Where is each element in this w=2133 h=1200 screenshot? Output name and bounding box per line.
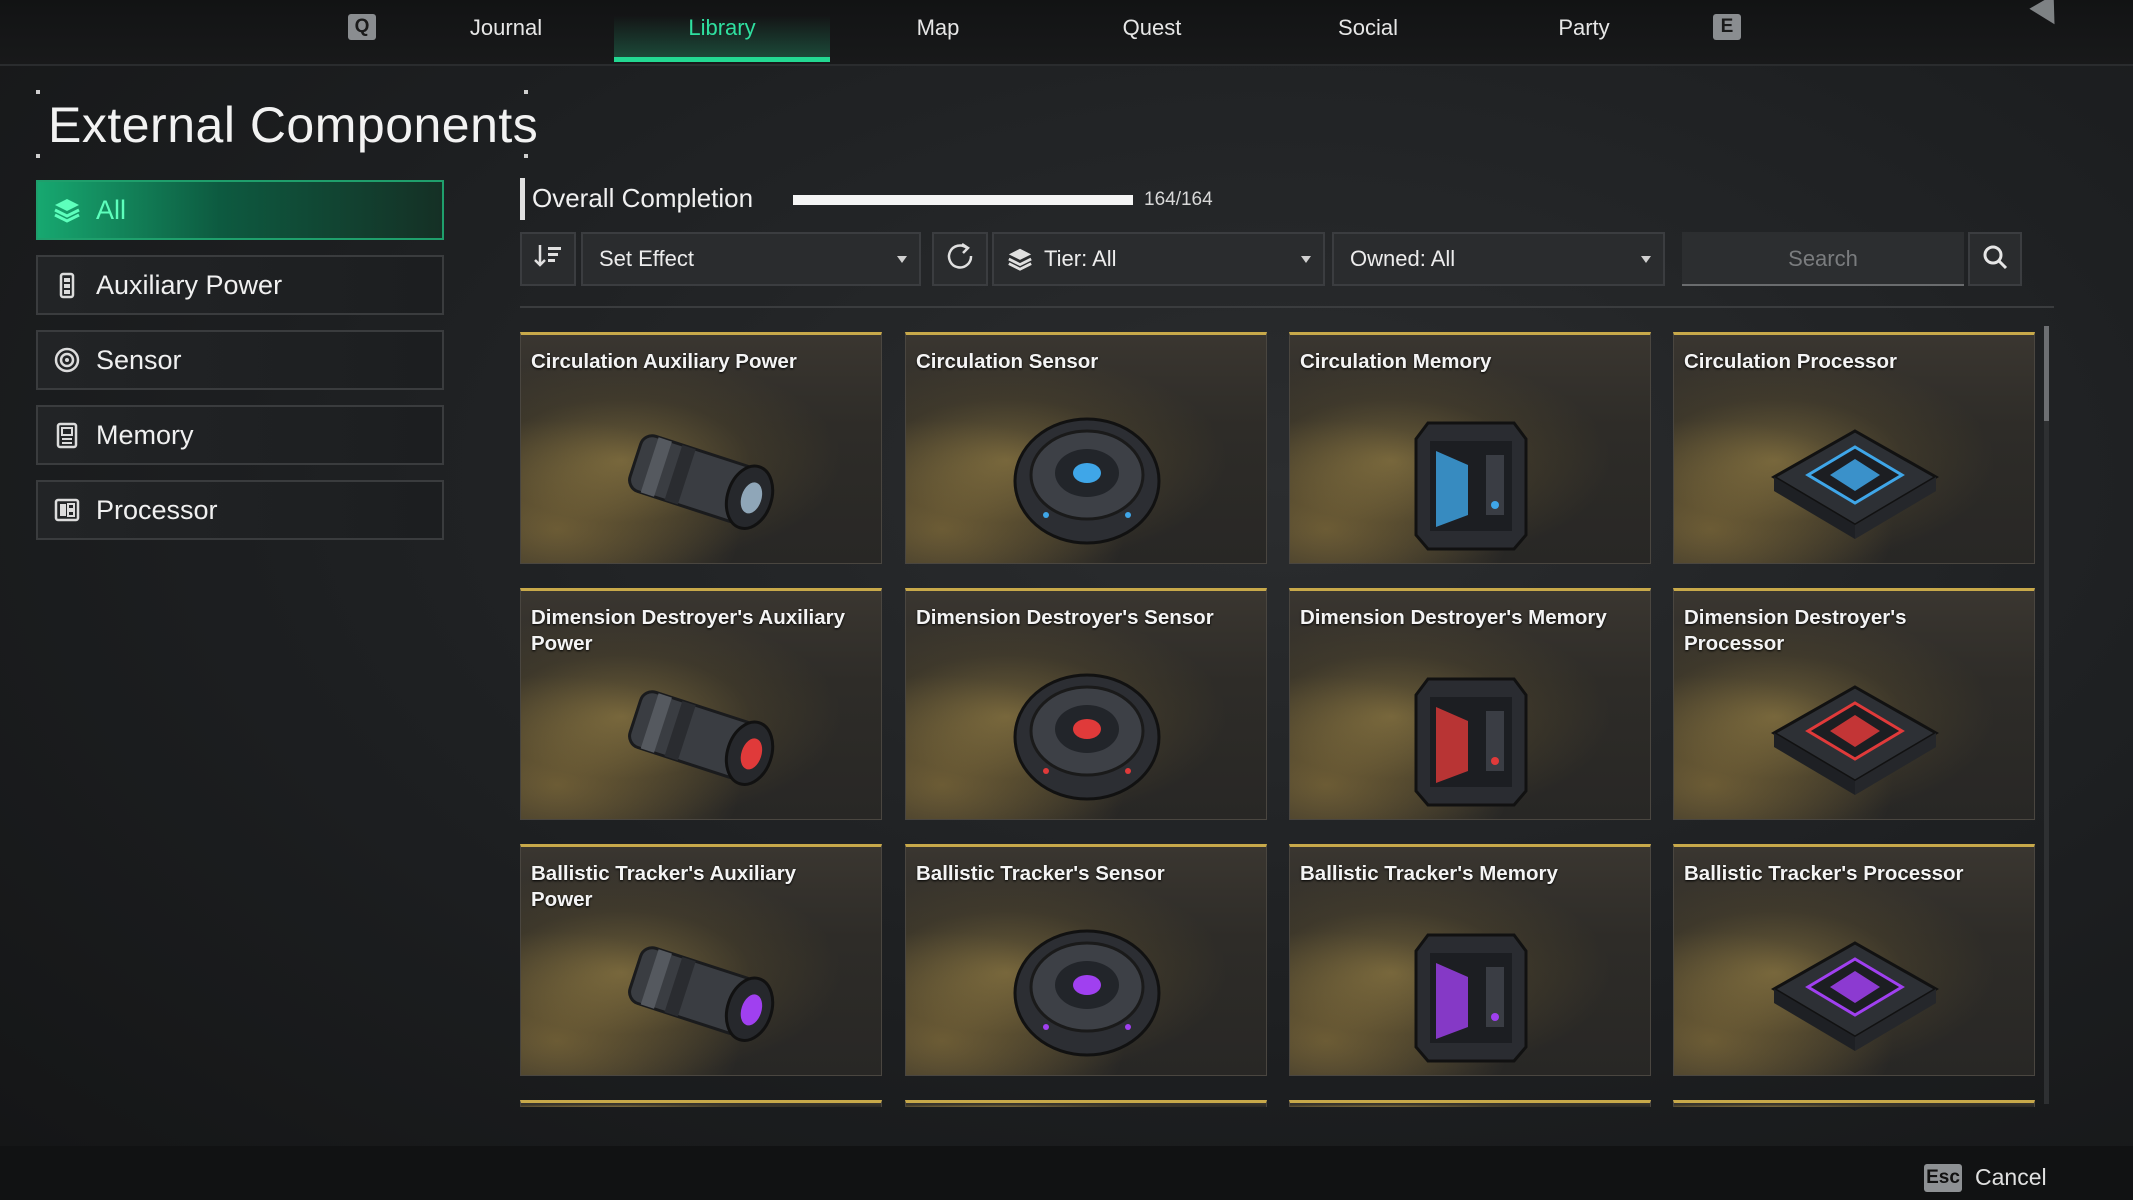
item-card-partial[interactable] <box>905 1100 1267 1107</box>
search-button[interactable] <box>1968 232 2022 286</box>
sidebar-item-processor[interactable]: Processor <box>36 480 444 540</box>
item-card[interactable]: Circulation Memory <box>1289 332 1651 564</box>
sidebar-item-label: Memory <box>96 419 194 450</box>
set-effect-label: Set Effect <box>599 246 694 271</box>
sidebar-item-auxiliary-power[interactable]: Auxiliary Power <box>36 255 444 315</box>
sidebar-item-label: Processor <box>96 494 218 525</box>
sidebar-item-all[interactable]: All <box>36 180 444 240</box>
item-card[interactable]: Dimension Destroyer's Memory <box>1289 588 1651 820</box>
chevron-down-icon <box>1301 256 1311 263</box>
item-name: Dimension Destroyer's Auxiliary Power <box>531 606 846 655</box>
item-name: Dimension Destroyer's Sensor <box>916 606 1214 629</box>
tab-quest[interactable]: Quest <box>1044 0 1260 62</box>
mouse-cursor-icon <box>2029 0 2067 32</box>
item-card[interactable]: Dimension Destroyer's Auxiliary Power <box>520 588 882 820</box>
tab-social[interactable]: Social <box>1260 0 1476 62</box>
corner-dot <box>36 154 40 158</box>
sidebar-item-sensor[interactable]: Sensor <box>36 330 444 390</box>
set-effect-dropdown[interactable]: Set Effect <box>581 232 921 286</box>
battery-icon <box>52 270 82 300</box>
top-nav: Q Journal Library Map Quest Social Party… <box>0 0 2133 66</box>
item-card[interactable]: Circulation Sensor <box>905 332 1267 564</box>
search-input[interactable]: Search <box>1682 232 1964 286</box>
tier-label: Tier: All <box>1044 246 1117 271</box>
next-tab-key[interactable]: E <box>1713 14 1741 40</box>
item-grid: Circulation Auxiliary Power Circulation S… <box>520 332 2040 1107</box>
completion-count: 164/164 <box>1144 189 1213 210</box>
category-sidebar: All Auxiliary Power Sensor Memory Proces… <box>36 180 444 555</box>
item-name: Ballistic Tracker's Processor <box>1684 862 1964 885</box>
completion-progress-bar <box>793 195 1133 205</box>
memory-icon <box>52 420 82 450</box>
footer-bar <box>0 1146 2133 1200</box>
page-title: External Components <box>48 97 539 153</box>
item-card-partial[interactable] <box>1289 1100 1651 1107</box>
item-card[interactable]: Ballistic Tracker's Memory <box>1289 844 1651 1076</box>
tier-dropdown[interactable]: Tier: All <box>992 232 1325 286</box>
prev-tab-key[interactable]: Q <box>348 14 376 40</box>
corner-dot <box>524 90 528 94</box>
layers-icon <box>52 195 82 225</box>
item-card[interactable]: Dimension Destroyer's Processor <box>1673 588 2035 820</box>
chevron-down-icon <box>897 256 907 263</box>
esc-key[interactable]: Esc <box>1924 1164 1962 1192</box>
item-name: Ballistic Tracker's Auxiliary Power <box>531 862 797 911</box>
corner-dot <box>36 90 40 94</box>
sort-button[interactable] <box>520 232 576 286</box>
item-card[interactable]: Circulation Auxiliary Power <box>520 332 882 564</box>
item-name: Ballistic Tracker's Sensor <box>916 862 1165 885</box>
sidebar-item-memory[interactable]: Memory <box>36 405 444 465</box>
search-icon <box>1981 243 2009 276</box>
item-name: Circulation Memory <box>1300 350 1492 373</box>
owned-dropdown[interactable]: Owned: All <box>1332 232 1665 286</box>
sidebar-item-label: All <box>96 194 127 225</box>
item-name: Circulation Sensor <box>916 350 1099 373</box>
reset-filters-button[interactable] <box>932 232 988 286</box>
item-name: Dimension Destroyer's Memory <box>1300 606 1607 629</box>
item-card-partial[interactable] <box>520 1100 882 1107</box>
item-name: Circulation Processor <box>1684 350 1898 373</box>
completion-label: Overall Completion <box>532 183 754 213</box>
completion-marker <box>520 178 525 220</box>
item-name: Dimension Destroyer's Processor <box>1684 606 1907 655</box>
processor-icon <box>52 495 82 525</box>
chevron-down-icon <box>1641 256 1651 263</box>
item-card[interactable]: Ballistic Tracker's Auxiliary Power <box>520 844 882 1076</box>
item-name: Circulation Auxiliary Power <box>531 350 797 373</box>
tab-map[interactable]: Map <box>830 0 1046 62</box>
item-card[interactable]: Circulation Processor <box>1673 332 2035 564</box>
item-card[interactable]: Ballistic Tracker's Sensor <box>905 844 1267 1076</box>
divider <box>520 306 2054 308</box>
sensor-icon <box>52 345 82 375</box>
layers-icon <box>1006 246 1034 272</box>
item-name: Ballistic Tracker's Memory <box>1300 862 1558 885</box>
sidebar-item-label: Auxiliary Power <box>96 269 283 300</box>
scrollbar[interactable] <box>2044 326 2049 1104</box>
tab-library[interactable]: Library <box>614 0 830 62</box>
tab-party[interactable]: Party <box>1476 0 1692 62</box>
corner-dot <box>524 154 528 158</box>
refresh-icon <box>945 241 975 277</box>
tab-journal[interactable]: Journal <box>398 0 614 62</box>
sidebar-item-label: Sensor <box>96 344 182 375</box>
completion-progress-fill <box>793 195 1133 205</box>
owned-label: Owned: All <box>1350 246 1456 271</box>
scrollbar-thumb[interactable] <box>2044 326 2049 421</box>
item-card-partial[interactable] <box>1673 1100 2035 1107</box>
cancel-button[interactable]: Cancel <box>1975 1164 2047 1191</box>
sort-icon <box>533 243 563 275</box>
item-card[interactable]: Dimension Destroyer's Sensor <box>905 588 1267 820</box>
item-card[interactable]: Ballistic Tracker's Processor <box>1673 844 2035 1076</box>
